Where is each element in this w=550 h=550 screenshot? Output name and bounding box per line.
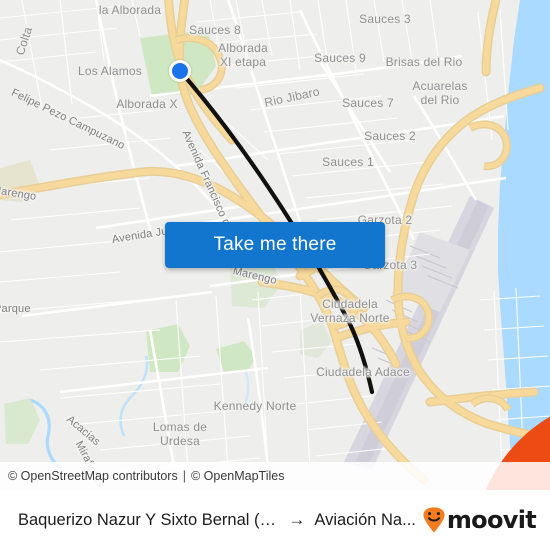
moovit-wordmark: moovit	[446, 506, 537, 534]
map-attribution: © OpenStreetMap contributors | © OpenMap…	[0, 462, 550, 490]
map-canvas[interactable]: la Alborada Colta Sauces 8 Sauces 3 Alborada…	[0, 0, 550, 490]
route-summary: Baquerizo Nazur Y Sixto Bernal (Av. ... …	[18, 510, 416, 530]
attribution-openmaptiles[interactable]: © OpenMapTiles	[191, 469, 285, 483]
route-origin-label: Baquerizo Nazur Y Sixto Bernal (Av. ...	[18, 510, 280, 529]
moovit-route-screenshot: la Alborada Colta Sauces 8 Sauces 3 Alborada…	[0, 0, 550, 550]
attribution-separator: |	[182, 469, 186, 483]
destination-marker-pin[interactable]	[357, 385, 550, 490]
route-destination-label: Aviación Na...	[314, 510, 416, 529]
take-me-there-button[interactable]: Take me there	[165, 222, 385, 268]
route-footer-bar: Baquerizo Nazur Y Sixto Bernal (Av. ... …	[0, 490, 550, 550]
origin-marker-dot[interactable]	[169, 60, 191, 82]
moovit-pin-smiley-icon	[423, 507, 445, 533]
route-arrow-icon: →	[288, 510, 306, 529]
attribution-osm[interactable]: © OpenStreetMap contributors	[8, 469, 178, 483]
moovit-logo[interactable]: moovit	[422, 506, 537, 534]
